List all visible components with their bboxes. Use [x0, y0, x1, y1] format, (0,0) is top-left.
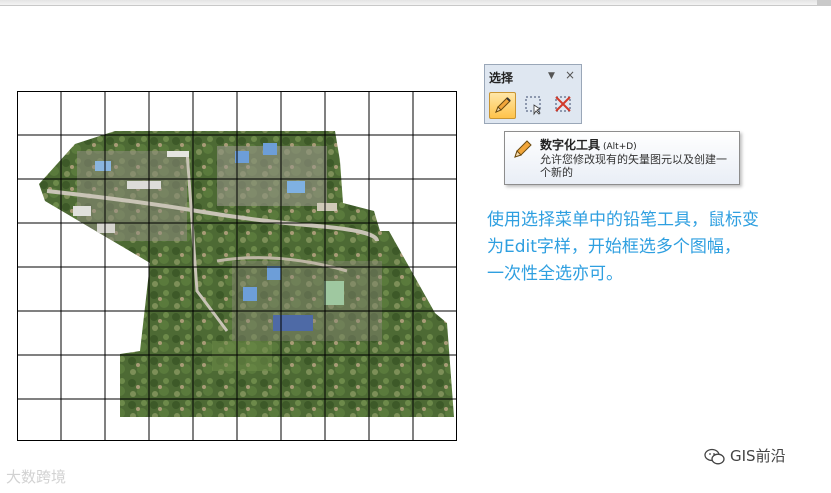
toolbar-dropdown-button[interactable]: ▼	[548, 71, 555, 81]
watermark-right-text: GIS前沿	[730, 447, 786, 465]
tooltip-title: 数字化工具 (Alt+D)	[540, 136, 637, 153]
tooltip-shortcut: (Alt+D)	[603, 142, 637, 152]
select-rect-tool-button[interactable]	[521, 92, 548, 119]
pencil-icon	[495, 97, 511, 113]
pencil-icon	[514, 140, 532, 158]
pencil-tool-button[interactable]	[489, 92, 516, 119]
window-top-border	[0, 0, 831, 6]
dashed-rect-icon	[525, 96, 541, 116]
selection-toolbar: 选择 ▼ ×	[484, 64, 582, 124]
clear-selection-icon	[555, 96, 571, 112]
annotation-line: 一次性全选亦可。	[487, 264, 623, 284]
digitize-tool-tooltip: 数字化工具 (Alt+D) 允许您修改现有的矢量图元以及创建一个新的	[504, 131, 740, 185]
instruction-annotation: 使用选择菜单中的铅笔工具，鼠标变 为Edit字样，开始框选多个图幅， 一次性全选…	[487, 207, 831, 288]
clear-selection-tool-button[interactable]	[551, 92, 578, 119]
toolbar-close-button[interactable]: ×	[565, 68, 575, 82]
annotation-line: 使用选择菜单中的铅笔工具，鼠标变	[487, 210, 759, 230]
window-corner	[817, 0, 831, 5]
map-view[interactable]	[17, 91, 457, 441]
tooltip-description: 允许您修改现有的矢量图元以及创建一个新的	[540, 153, 727, 179]
watermark-right: GIS前沿	[704, 445, 786, 466]
watermark-left: 大数跨境	[6, 468, 67, 486]
aerial-image	[39, 131, 454, 417]
tooltip-title-text: 数字化工具	[540, 138, 601, 152]
toolbar-title: 选择	[489, 71, 514, 85]
annotation-line: 为Edit字样，开始框选多个图幅，	[487, 237, 741, 257]
wechat-icon	[704, 448, 725, 464]
